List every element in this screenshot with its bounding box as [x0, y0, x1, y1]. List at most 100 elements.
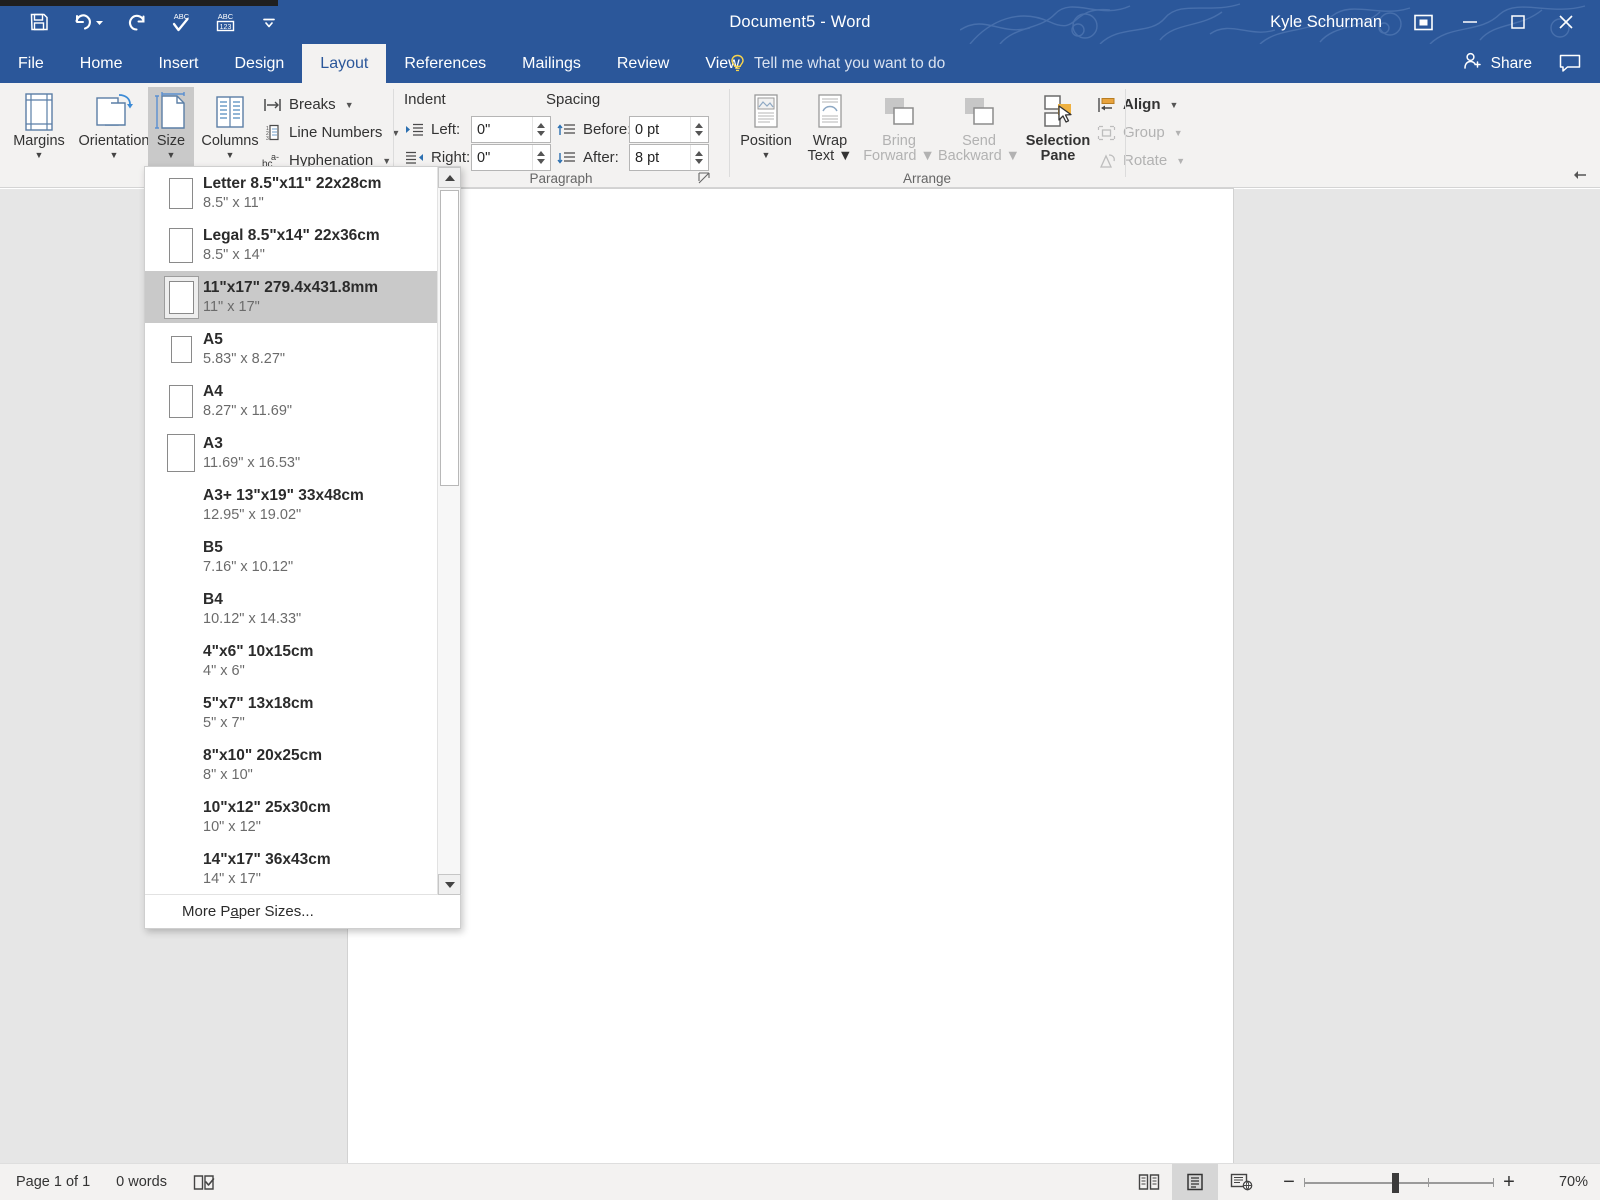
scroll-up-arrow-icon[interactable] — [438, 167, 461, 188]
group-label: Group — [1123, 124, 1165, 141]
tab-mailings[interactable]: Mailings — [504, 44, 599, 83]
wrap-text-dropdown-arrow[interactable]: ▼ — [838, 148, 852, 164]
align-dropdown-arrow[interactable]: ▼ — [1170, 100, 1179, 110]
zoom-level-label[interactable]: 70% — [1536, 1174, 1588, 1190]
size-button[interactable]: Size ▼ — [148, 87, 194, 173]
indent-left-input[interactable] — [472, 118, 532, 141]
send-backward-button[interactable]: Send Backward ▼ — [938, 87, 1020, 173]
paper-size-scrollbar[interactable] — [437, 167, 460, 895]
indent-right-stepper[interactable] — [471, 144, 551, 171]
minimize-button[interactable] — [1446, 0, 1494, 44]
wrap-text-button[interactable]: Wrap Text ▼ — [800, 87, 860, 173]
align-button[interactable]: Align ▼ — [1096, 91, 1178, 118]
spelling-grammar-icon[interactable]: ABC — [166, 7, 196, 37]
position-button[interactable]: Position ▼ — [732, 87, 800, 173]
close-button[interactable] — [1542, 0, 1590, 44]
ribbon-display-options-icon[interactable] — [1400, 0, 1446, 44]
breaks-dropdown-arrow[interactable]: ▼ — [345, 100, 354, 110]
tab-home[interactable]: Home — [62, 44, 141, 83]
tab-references[interactable]: References — [386, 44, 504, 83]
line-numbers-button[interactable]: 123 Line Numbers ▼ — [262, 119, 400, 146]
paper-size-item[interactable]: B410.12" x 14.33" — [145, 583, 438, 635]
indent-left-stepper[interactable] — [471, 116, 551, 143]
restore-button[interactable] — [1494, 0, 1542, 44]
spacing-before-input[interactable] — [630, 118, 690, 141]
paper-size-item[interactable]: Letter 8.5"x11" 22x28cm8.5" x 11" — [145, 167, 438, 219]
rotate-dropdown-arrow[interactable]: ▼ — [1176, 156, 1185, 166]
word-count-icon[interactable]: ABC123 — [210, 7, 240, 37]
hyphenation-dropdown-arrow[interactable]: ▼ — [382, 156, 391, 166]
scroll-down-arrow-icon[interactable] — [438, 874, 461, 895]
orientation-button[interactable]: Orientation ▼ — [72, 87, 156, 173]
spacing-after-input[interactable] — [630, 146, 690, 169]
tab-review[interactable]: Review — [599, 44, 687, 83]
proofing-errors-icon[interactable] — [193, 1174, 215, 1191]
breaks-button[interactable]: Breaks ▼ — [262, 91, 354, 118]
paper-size-scroller: Letter 8.5"x11" 22x28cm8.5" x 11"Legal 8… — [145, 167, 438, 895]
spacing-before-stepper[interactable] — [629, 116, 709, 143]
paper-size-item[interactable]: A55.83" x 8.27" — [145, 323, 438, 375]
position-dropdown-arrow[interactable]: ▼ — [762, 151, 771, 160]
margins-button[interactable]: Margins ▼ — [6, 87, 72, 173]
spacing-after-spin-arrows[interactable] — [690, 145, 706, 170]
collapse-ribbon-icon[interactable] — [1572, 166, 1590, 184]
paper-size-item[interactable]: 5"x7" 13x18cm5" x 7" — [145, 687, 438, 739]
indent-right-input[interactable] — [472, 146, 532, 169]
bring-forward-button[interactable]: Bring Forward ▼ — [860, 87, 938, 173]
orientation-dropdown-arrow[interactable]: ▼ — [110, 151, 119, 160]
selection-pane-button[interactable]: Selection Pane — [1020, 87, 1096, 173]
paper-size-item[interactable]: Legal 8.5"x14" 22x36cm8.5" x 14" — [145, 219, 438, 271]
print-layout-view-button[interactable] — [1172, 1164, 1218, 1200]
word-count[interactable]: 0 words — [116, 1174, 167, 1190]
redo-icon[interactable] — [122, 7, 152, 37]
spacing-before-spin-arrows[interactable] — [690, 117, 706, 142]
spacing-before-label: Before: — [583, 121, 631, 138]
spacing-after-stepper[interactable] — [629, 144, 709, 171]
customize-qat-icon[interactable] — [254, 7, 284, 37]
margins-dropdown-arrow[interactable]: ▼ — [35, 151, 44, 160]
save-icon[interactable] — [24, 7, 54, 37]
indent-right-spin-arrows[interactable] — [532, 145, 548, 170]
group-dropdown-arrow[interactable]: ▼ — [1174, 128, 1183, 138]
zoom-out-button[interactable]: − — [1274, 1164, 1304, 1200]
paper-size-item[interactable]: A3+ 13"x19" 33x48cm12.95" x 19.02" — [145, 479, 438, 531]
indent-left-spin-arrows[interactable] — [532, 117, 548, 142]
paper-size-item[interactable]: 14"x17" 36x43cm14" x 17" — [145, 843, 438, 895]
share-button[interactable]: Share — [1463, 51, 1532, 76]
paper-size-item[interactable]: 8"x10" 20x25cm8" x 10" — [145, 739, 438, 791]
tab-layout[interactable]: Layout — [302, 44, 386, 83]
size-dropdown-arrow[interactable]: ▼ — [167, 151, 176, 160]
read-mode-view-button[interactable] — [1126, 1164, 1172, 1200]
account-name[interactable]: Kyle Schurman — [1270, 13, 1382, 32]
tab-design[interactable]: Design — [216, 44, 302, 83]
paper-size-item[interactable]: 4"x6" 10x15cm4" x 6" — [145, 635, 438, 687]
web-layout-view-button[interactable] — [1218, 1164, 1264, 1200]
paper-size-text: A311.69" x 16.53" — [203, 434, 300, 472]
columns-button[interactable]: Columns ▼ — [194, 87, 266, 173]
spacing-header: Spacing — [546, 91, 600, 108]
paper-size-item[interactable]: A48.27" x 11.69" — [145, 375, 438, 427]
paper-size-item[interactable]: A311.69" x 16.53" — [145, 427, 438, 479]
undo-icon[interactable] — [68, 7, 108, 37]
tab-file[interactable]: File — [0, 44, 62, 83]
bring-forward-dropdown-arrow[interactable]: ▼ — [920, 148, 934, 164]
scrollbar-thumb[interactable] — [440, 190, 459, 486]
comments-icon[interactable] — [1554, 42, 1586, 86]
tell-me-search[interactable]: Tell me what you want to do — [730, 44, 945, 83]
tab-insert[interactable]: Insert — [140, 44, 216, 83]
more-paper-sizes-button[interactable]: More Paper Sizes... — [145, 894, 462, 928]
columns-dropdown-arrow[interactable]: ▼ — [226, 151, 235, 160]
zoom-in-button[interactable]: + — [1494, 1164, 1524, 1200]
paragraph-dialog-launcher[interactable] — [696, 170, 712, 186]
page-info[interactable]: Page 1 of 1 — [16, 1174, 90, 1190]
zoom-slider[interactable] — [1304, 1164, 1494, 1200]
send-backward-dropdown-arrow[interactable]: ▼ — [1006, 148, 1020, 164]
paper-size-item[interactable]: B57.16" x 10.12" — [145, 531, 438, 583]
status-bar: Page 1 of 1 0 words − + 70% — [0, 1163, 1600, 1200]
paper-size-item[interactable]: 11"x17" 279.4x431.8mm11" x 17" — [145, 271, 438, 323]
group-button[interactable]: Group ▼ — [1096, 119, 1183, 146]
rotate-button[interactable]: Rotate ▼ — [1096, 147, 1185, 174]
paper-size-item[interactable]: 10"x12" 25x30cm10" x 12" — [145, 791, 438, 843]
document-page[interactable] — [348, 189, 1233, 1163]
zoom-slider-thumb[interactable] — [1392, 1173, 1399, 1193]
